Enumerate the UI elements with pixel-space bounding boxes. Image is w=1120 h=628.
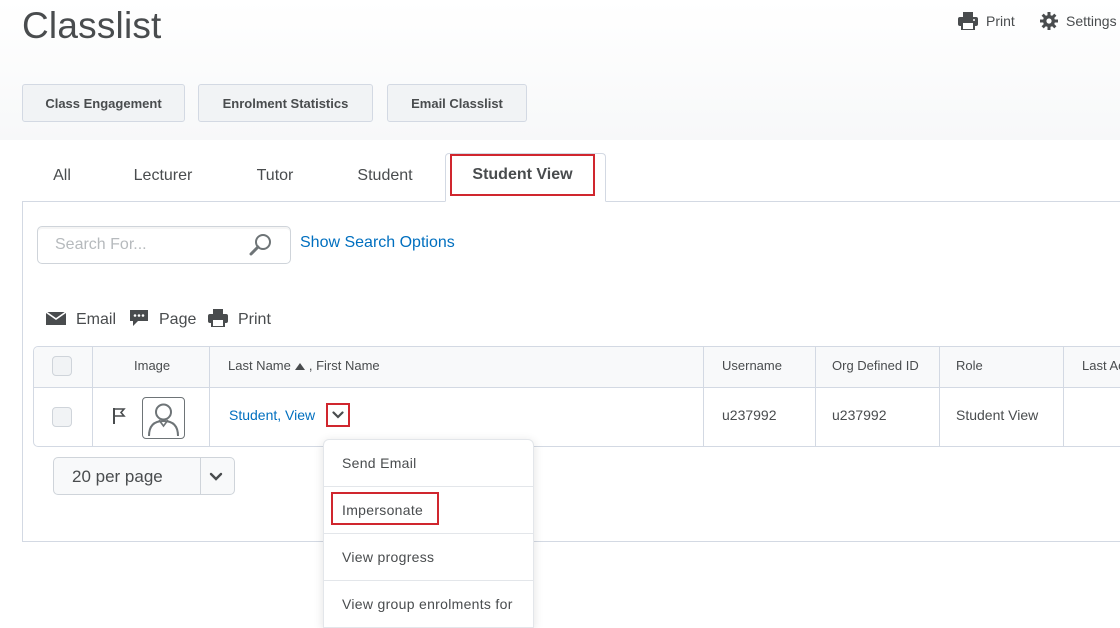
sort-first-name-link[interactable]: , First Name bbox=[309, 358, 380, 373]
menu-item-label: Send Email bbox=[342, 455, 417, 471]
column-header-name: Last Name , First Name bbox=[228, 358, 380, 373]
tab-tutor[interactable]: Tutor bbox=[245, 156, 305, 196]
column-header-org-defined-id[interactable]: Org Defined ID bbox=[832, 358, 919, 373]
org-defined-id-cell: u237992 bbox=[832, 407, 887, 423]
menu-item-label: Impersonate bbox=[342, 502, 424, 518]
menu-item-view-group-enrolments[interactable]: View group enrolments for bbox=[324, 581, 533, 627]
column-divider bbox=[703, 347, 704, 446]
search-box bbox=[37, 226, 291, 264]
tab-student-view[interactable]: Student View bbox=[450, 154, 595, 196]
page-action-label: Page bbox=[159, 311, 197, 328]
column-divider bbox=[1063, 347, 1064, 446]
page-action[interactable]: Page bbox=[129, 309, 196, 331]
row-select-checkbox[interactable] bbox=[52, 407, 72, 427]
chevron-down-icon bbox=[332, 406, 344, 424]
column-header-last-access[interactable]: Last Ac bbox=[1082, 358, 1120, 373]
print-action[interactable]: Print bbox=[208, 308, 271, 332]
magnifier-icon bbox=[248, 234, 274, 261]
page-size-divider bbox=[200, 458, 201, 494]
column-header-username[interactable]: Username bbox=[722, 358, 782, 373]
page-size-value: 20 per page bbox=[72, 467, 163, 486]
search-input[interactable] bbox=[38, 227, 243, 263]
page-size-select[interactable]: 20 per page bbox=[53, 457, 235, 495]
column-header-image: Image bbox=[134, 358, 171, 373]
settings-button[interactable]: Settings bbox=[1040, 12, 1117, 30]
show-search-options-link[interactable]: Show Search Options bbox=[300, 234, 455, 252]
user-silhouette-icon bbox=[143, 403, 184, 442]
page-title: Classlist bbox=[22, 5, 162, 46]
search-button[interactable] bbox=[248, 233, 274, 257]
column-header-role[interactable]: Role bbox=[956, 358, 983, 373]
classlist-table: Image Last Name , First Name Username Or… bbox=[33, 346, 1120, 447]
envelope-icon bbox=[45, 310, 67, 331]
user-context-menu: Send Email Impersonate View progress Vie… bbox=[323, 439, 534, 628]
printer-icon bbox=[958, 12, 978, 30]
print-header-label: Print bbox=[986, 13, 1015, 29]
column-divider bbox=[209, 347, 210, 446]
column-divider bbox=[92, 347, 93, 446]
menu-item-label: View group enrolments for bbox=[342, 596, 513, 612]
column-divider bbox=[939, 347, 940, 446]
column-divider bbox=[815, 347, 816, 446]
chat-bubble-icon bbox=[129, 309, 149, 332]
email-action[interactable]: Email bbox=[45, 309, 117, 331]
student-name-link[interactable]: Student, View bbox=[229, 407, 315, 423]
print-action-label: Print bbox=[238, 311, 271, 328]
tab-all[interactable]: All bbox=[40, 156, 84, 196]
menu-item-impersonate[interactable]: Impersonate bbox=[324, 487, 533, 534]
menu-item-view-progress[interactable]: View progress bbox=[324, 534, 533, 581]
gear-icon bbox=[1040, 12, 1058, 30]
sort-ascending-icon bbox=[294, 358, 305, 373]
email-classlist-button[interactable]: Email Classlist bbox=[387, 84, 527, 122]
print-header-button[interactable]: Print bbox=[958, 12, 1015, 30]
menu-item-label: View progress bbox=[342, 549, 435, 565]
menu-item-send-email[interactable]: Send Email bbox=[324, 440, 533, 487]
class-engagement-button[interactable]: Class Engagement bbox=[22, 84, 185, 122]
role-cell: Student View bbox=[956, 407, 1039, 423]
sort-last-name-link[interactable]: Last Name bbox=[228, 358, 291, 373]
chevron-down-icon bbox=[209, 469, 223, 487]
printer-icon bbox=[208, 308, 228, 332]
select-all-checkbox[interactable] bbox=[52, 356, 72, 376]
user-context-menu-button[interactable] bbox=[326, 403, 350, 427]
enrolment-statistics-button[interactable]: Enrolment Statistics bbox=[198, 84, 373, 122]
tab-lecturer[interactable]: Lecturer bbox=[124, 156, 202, 196]
username-cell: u237992 bbox=[722, 407, 777, 423]
settings-label: Settings bbox=[1066, 13, 1117, 29]
avatar bbox=[142, 397, 185, 439]
email-action-label: Email bbox=[76, 311, 117, 328]
tab-student[interactable]: Student bbox=[347, 156, 423, 196]
flag-icon[interactable] bbox=[112, 407, 126, 430]
